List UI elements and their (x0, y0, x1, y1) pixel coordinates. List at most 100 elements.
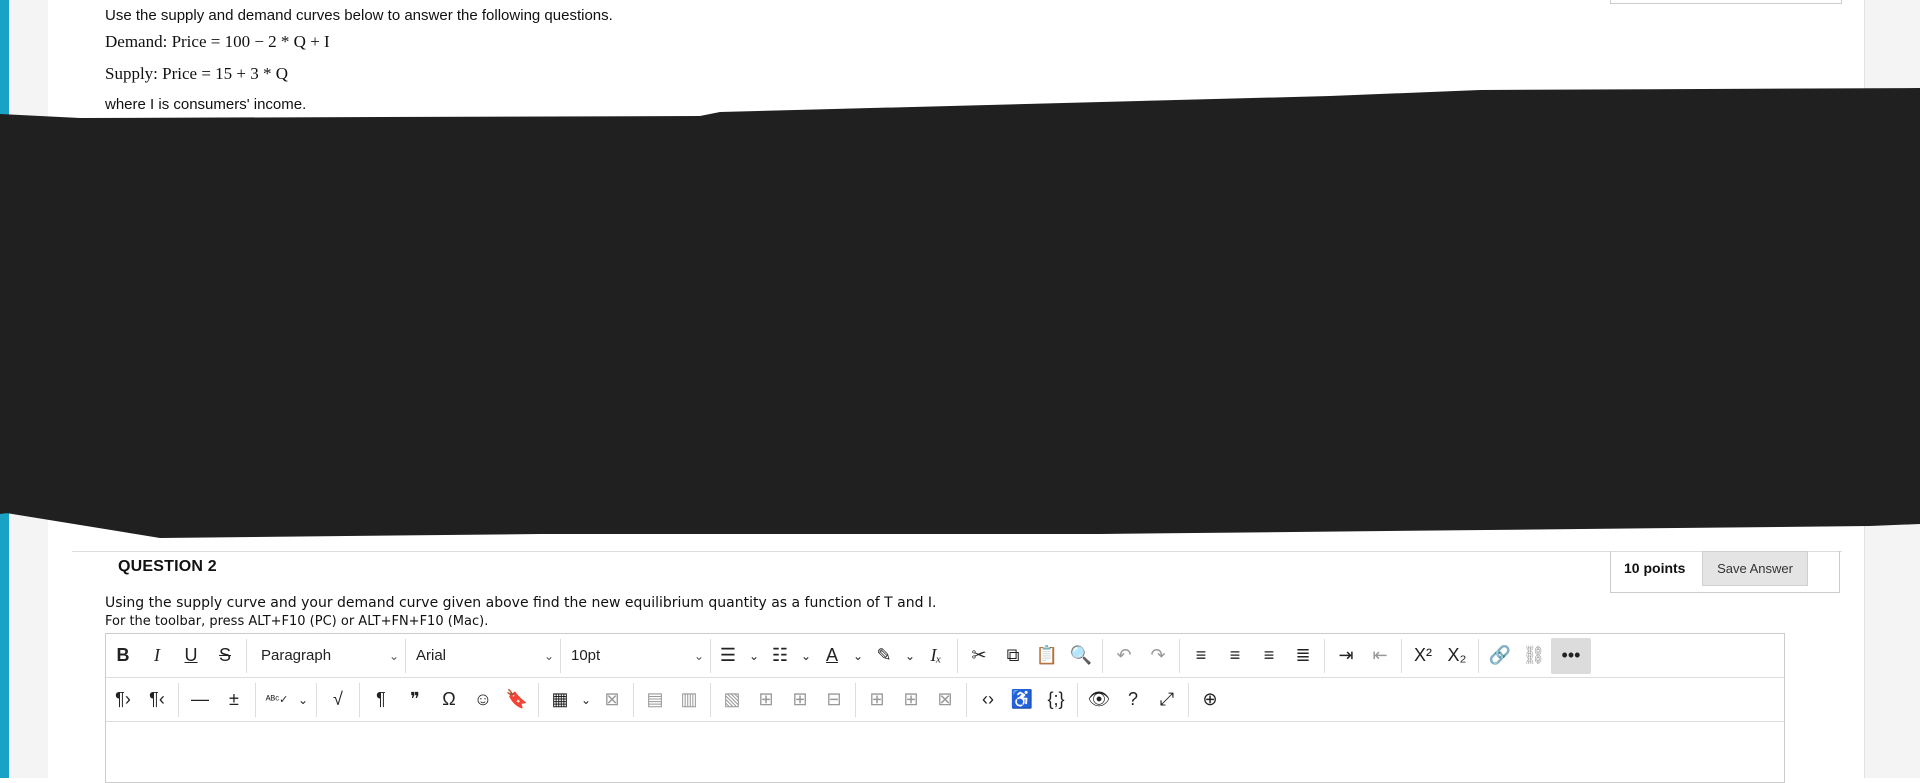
rtl-direction-icon[interactable]: ¶‹ (140, 683, 174, 717)
more-options-icon[interactable]: ••• (1551, 637, 1591, 674)
emoji-icon[interactable]: ☺ (466, 683, 500, 717)
chevron-down-icon: ⌄ (388, 648, 399, 663)
font-family-label: Arial (416, 647, 447, 664)
align-left-icon[interactable]: ≡ (1184, 639, 1218, 673)
add-content-icon[interactable]: ⊕ (1193, 683, 1227, 717)
clear-formatting-icon[interactable]: Iₓ (919, 639, 953, 673)
toolbar-separator (1324, 638, 1325, 673)
toolbar-separator (1102, 638, 1103, 673)
toolbar-separator (359, 682, 360, 717)
underline-icon[interactable]: U (174, 639, 208, 673)
search-icon[interactable]: 🔍 (1064, 639, 1098, 673)
table-delete-icon[interactable]: ⊠ (595, 683, 629, 717)
toolbar-separator (246, 638, 247, 673)
demand-equation: Demand: Price = 100 − 2 * Q + I (105, 32, 330, 51)
chevron-down-icon[interactable]: ⌄ (849, 639, 867, 673)
table-insert-col-after-icon[interactable]: ⊞ (894, 683, 928, 717)
undo-icon[interactable]: ↶ (1107, 639, 1141, 673)
table-insert-row-before-icon[interactable]: ⊞ (749, 683, 783, 717)
bookmark-icon[interactable]: 🔖 (500, 683, 534, 717)
table-cell-props-icon[interactable]: ▥ (672, 683, 706, 717)
income-note: where I is consumers' income. (105, 96, 307, 113)
special-character-icon[interactable]: Ω (432, 683, 466, 717)
fullscreen-icon[interactable]: ⤢ (1150, 683, 1184, 717)
blockquote-icon[interactable]: ❞ (398, 683, 432, 717)
table-icon[interactable]: ▦ (543, 683, 577, 717)
align-right-icon[interactable]: ≡ (1252, 639, 1286, 673)
paragraph-format-label: Paragraph (261, 647, 332, 664)
indent-icon[interactable]: ⇥ (1329, 639, 1363, 673)
toolbar-separator (316, 682, 317, 717)
numbered-list-icon[interactable]: ☷ (763, 639, 797, 673)
outdent-icon[interactable]: ⇤ (1363, 639, 1397, 673)
strikethrough-icon[interactable]: S (208, 639, 242, 673)
subscript-icon[interactable]: X₂ (1440, 639, 1474, 673)
toolbar-hint: For the toolbar, press ALT+F10 (PC) or A… (105, 614, 489, 629)
previous-question-panel (1610, 0, 1842, 4)
save-answer-button[interactable]: Save Answer (1702, 551, 1808, 586)
italic-icon[interactable]: I (140, 639, 174, 673)
table-row-props-icon[interactable]: ▤ (638, 683, 672, 717)
paragraph-format-select[interactable]: Paragraph ⌄ (251, 638, 406, 673)
redo-icon[interactable]: ↷ (1141, 639, 1175, 673)
toolbar-separator (538, 682, 539, 717)
toolbar-separator (855, 682, 856, 717)
toolbar-row-2: ¶› ¶‹ — ± ᴬᴮᶜ✓ ⌄ √ ¶ ❞ Ω ☺ 🔖 ▦ ⌄ ⊠ ▤ ▥ ▧… (106, 678, 1784, 722)
table-insert-row-after-icon[interactable]: ⊞ (783, 683, 817, 717)
bullet-list-icon[interactable]: ☰ (711, 639, 745, 673)
chevron-down-icon[interactable]: ⌄ (745, 639, 763, 673)
align-center-icon[interactable]: ≡ (1218, 639, 1252, 673)
table-merge-icon[interactable]: ▧ (715, 683, 749, 717)
question2-divider (72, 551, 1842, 552)
align-justify-icon[interactable]: ≣ (1286, 639, 1320, 673)
ltr-direction-icon[interactable]: ¶› (106, 683, 140, 717)
font-size-select[interactable]: 10pt ⌄ (561, 638, 711, 673)
toolbar-separator (710, 682, 711, 717)
table-delete-col-icon[interactable]: ⊠ (928, 683, 962, 717)
toolbar-separator (1179, 638, 1180, 673)
font-family-select[interactable]: Arial ⌄ (406, 638, 561, 673)
insert-nonbreaking-icon[interactable]: ± (217, 683, 251, 717)
paste-icon[interactable]: 📋 (1030, 639, 1064, 673)
left-page-frame (9, 0, 49, 778)
chevron-down-icon: ⌄ (693, 648, 704, 663)
table-delete-row-icon[interactable]: ⊟ (817, 683, 851, 717)
toolbar-row-1: B I U S Paragraph ⌄ Arial ⌄ 10pt ⌄ ☰ ⌄ ☷… (106, 634, 1784, 678)
toolbar-separator (1188, 682, 1189, 717)
toolbar-separator (1401, 638, 1402, 673)
accessibility-icon[interactable]: ♿ (1005, 683, 1039, 717)
bold-icon[interactable]: B (106, 639, 140, 673)
cut-icon[interactable]: ✂ (962, 639, 996, 673)
toolbar-separator (966, 682, 967, 717)
preview-icon[interactable]: 👁 (1082, 683, 1116, 717)
accent-bar (0, 0, 9, 778)
link-icon[interactable]: 🔗 (1483, 639, 1517, 673)
toolbar-separator (178, 682, 179, 717)
chevron-down-icon[interactable]: ⌄ (901, 639, 919, 673)
points-label: 10 points (1624, 560, 1686, 576)
source-code-icon[interactable]: ‹› (971, 683, 1005, 717)
math-equation-icon[interactable]: √ (321, 683, 355, 717)
unlink-icon[interactable]: ⛓ (1517, 639, 1551, 673)
horizontal-line-icon[interactable]: — (183, 683, 217, 717)
template-variable-icon[interactable]: {;} (1039, 683, 1073, 717)
answer-editor: B I U S Paragraph ⌄ Arial ⌄ 10pt ⌄ ☰ ⌄ ☷… (105, 633, 1785, 783)
answer-text-area[interactable] (106, 722, 1784, 782)
highlight-icon[interactable]: ✎ (867, 639, 901, 673)
question2-prompt: Using the supply curve and your demand c… (105, 595, 937, 611)
chevron-down-icon[interactable]: ⌄ (577, 683, 595, 717)
toolbar-separator (633, 682, 634, 717)
text-color-icon[interactable]: A (815, 639, 849, 673)
paragraph-mark-icon[interactable]: ¶ (364, 683, 398, 717)
superscript-icon[interactable]: X² (1406, 639, 1440, 673)
spellcheck-icon[interactable]: ᴬᴮᶜ✓ (260, 683, 294, 717)
chevron-down-icon[interactable]: ⌄ (294, 683, 312, 717)
copy-icon[interactable]: ⧉ (996, 639, 1030, 673)
font-size-label: 10pt (571, 647, 601, 664)
right-page-frame (1864, 0, 1920, 778)
chevron-down-icon[interactable]: ⌄ (797, 639, 815, 673)
table-insert-col-before-icon[interactable]: ⊞ (860, 683, 894, 717)
supply-equation: Supply: Price = 15 + 3 * Q (105, 64, 289, 83)
chevron-down-icon: ⌄ (543, 648, 554, 663)
help-icon[interactable]: ? (1116, 683, 1150, 717)
